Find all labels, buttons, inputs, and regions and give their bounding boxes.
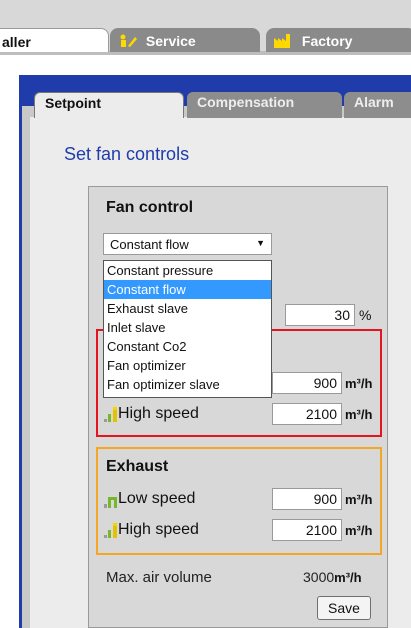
supply-high-speed-label: High speed <box>118 405 199 422</box>
supply-low-speed-value: 900 <box>313 375 337 391</box>
exhaust-low-speed-value: 900 <box>313 491 337 507</box>
tab-service-label: Service <box>145 33 196 49</box>
page-title: Set fan controls <box>64 144 190 164</box>
dropdown-option[interactable]: Constant pressure <box>104 261 271 280</box>
tab-setpoint-label: Setpoint <box>45 95 101 111</box>
percent-value: 30 <box>334 307 350 323</box>
tab-installer[interactable]: aller <box>0 28 109 52</box>
supply-low-speed-input[interactable]: 900 <box>272 372 342 394</box>
tab-factory-label: Factory <box>301 33 353 49</box>
tab-setpoint[interactable]: Setpoint <box>34 92 184 118</box>
supply-low-speed-unit: m³/h <box>345 376 373 391</box>
exhaust-low-speed-label: Low speed <box>118 490 196 507</box>
supply-high-speed-input[interactable]: 2100 <box>272 403 342 425</box>
supply-high-speed-unit: m³/h <box>345 407 373 422</box>
fan-control-title: Fan control <box>106 199 194 216</box>
save-button[interactable]: Save <box>317 596 371 620</box>
supply-high-speed-value: 2100 <box>305 406 337 422</box>
max-air-volume-readout: 3000m³/h <box>303 569 362 585</box>
exhaust-low-speed-unit: m³/h <box>345 492 373 507</box>
service-icon <box>118 34 138 51</box>
high-speed-icon <box>104 523 117 538</box>
percent-unit: % <box>359 307 372 323</box>
tab-factory[interactable]: Factory <box>266 28 411 52</box>
tab-compensation-label: Compensation <box>197 94 295 110</box>
fan-control-dropdown-list: Constant pressure Constant flow Exhaust sl… <box>103 260 272 398</box>
max-air-volume-unit: m³/h <box>334 570 362 585</box>
factory-icon <box>274 33 294 51</box>
exhaust-high-speed-label: High speed <box>118 521 199 538</box>
exhaust-low-speed-input[interactable]: 900 <box>272 488 342 510</box>
exhaust-title: Exhaust <box>106 458 169 475</box>
fan-control-select[interactable]: Constant flow ▼ <box>103 233 272 255</box>
exhaust-high-speed-unit: m³/h <box>345 523 373 538</box>
tab-compensation[interactable]: Compensation <box>187 92 342 118</box>
tab-installer-label: aller <box>2 34 31 50</box>
max-air-volume-label: Max. air volume <box>106 569 212 586</box>
fan-control-select-value: Constant flow <box>110 237 189 252</box>
high-speed-icon <box>104 407 117 422</box>
percent-input[interactable]: 30 <box>285 304 355 326</box>
dropdown-option[interactable]: Fan optimizer slave <box>104 375 271 394</box>
chevron-down-icon: ▼ <box>256 238 265 248</box>
tab-alarm[interactable]: Alarm <box>344 92 411 118</box>
dropdown-option[interactable]: Constant Co2 <box>104 337 271 356</box>
tab-service[interactable]: Service <box>110 28 260 52</box>
dropdown-option[interactable]: Exhaust slave <box>104 299 271 318</box>
dropdown-option[interactable]: Inlet slave <box>104 318 271 337</box>
tab-alarm-label: Alarm <box>354 94 394 110</box>
max-air-volume-value: 3000 <box>303 569 335 585</box>
dropdown-option[interactable]: Fan optimizer <box>104 356 271 375</box>
low-speed-icon <box>104 497 117 508</box>
dropdown-option[interactable]: Constant flow <box>104 280 271 299</box>
exhaust-high-speed-input[interactable]: 2100 <box>272 519 342 541</box>
exhaust-high-speed-value: 2100 <box>305 522 337 538</box>
